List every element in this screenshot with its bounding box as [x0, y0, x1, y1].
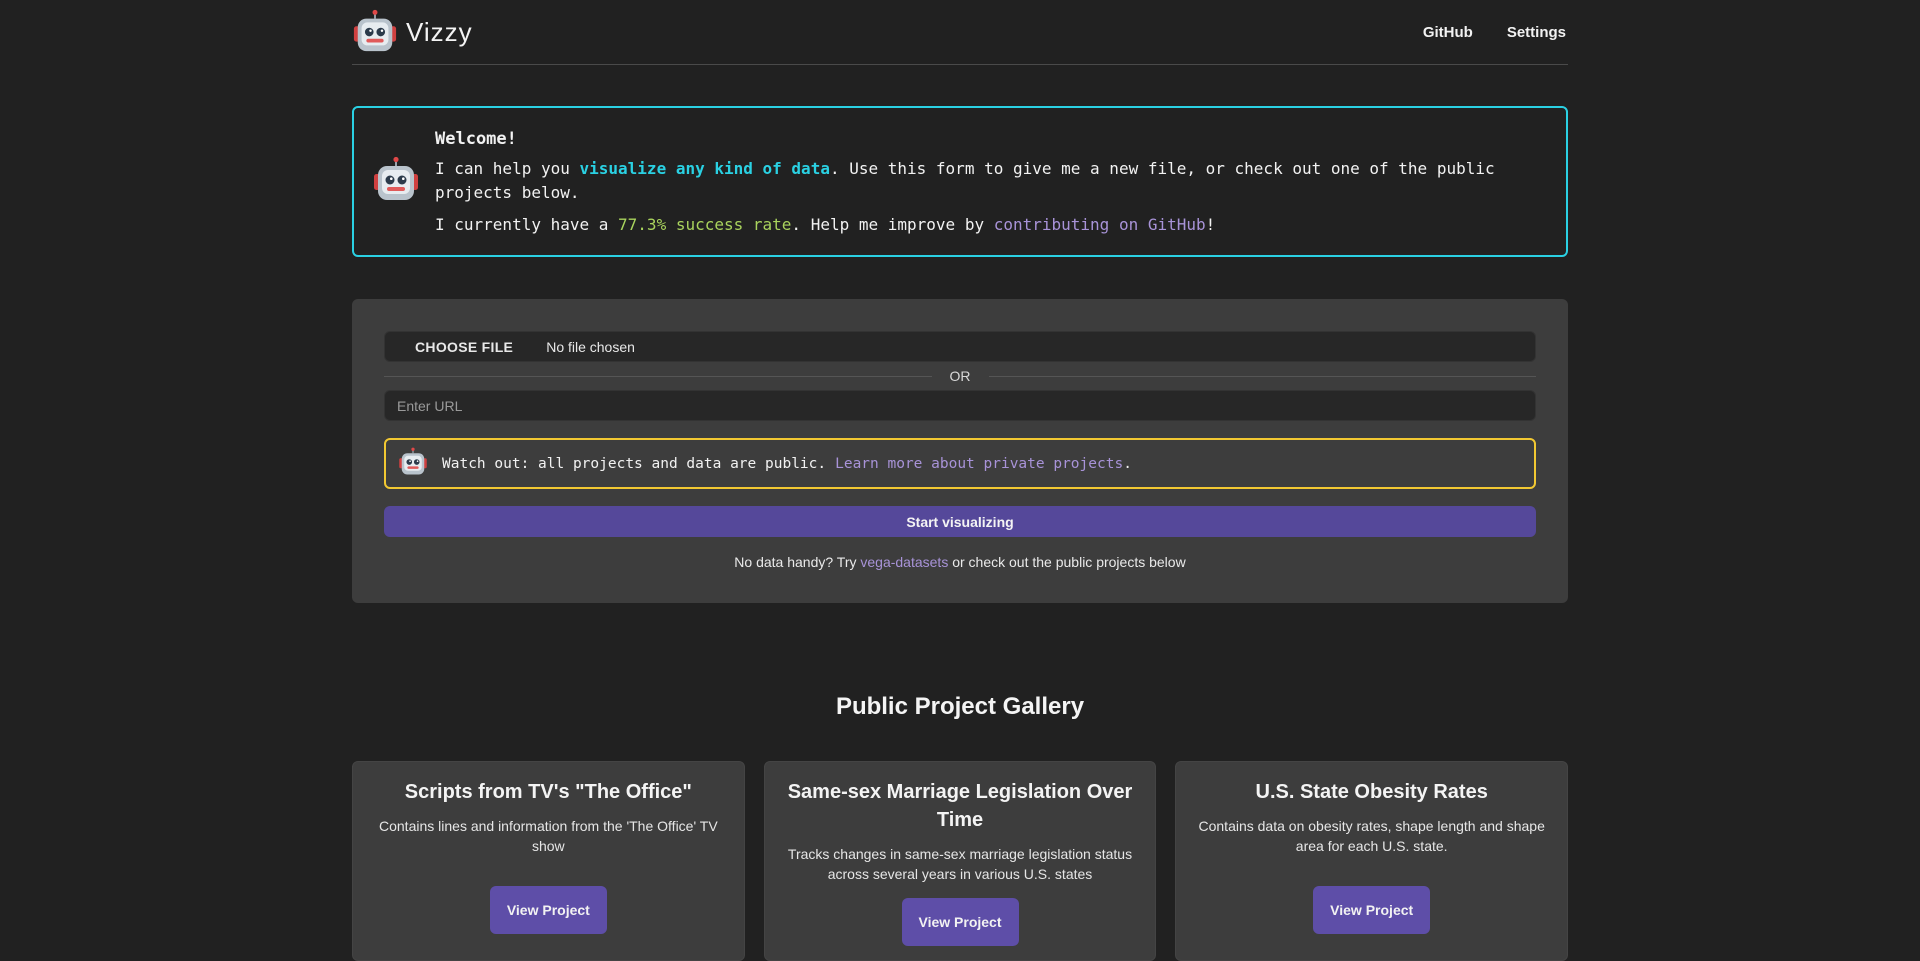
contribute-github-link[interactable]: contributing on GitHub — [994, 215, 1206, 234]
success-text-end: ! — [1205, 214, 1216, 234]
brand-name: Vizzy — [406, 16, 473, 47]
vega-datasets-link[interactable]: vega-datasets — [860, 554, 948, 570]
file-input[interactable]: CHOOSE FILE No file chosen — [384, 331, 1536, 362]
success-text: I currently have a — [435, 214, 619, 234]
private-projects-link[interactable]: Learn more about private projects — [835, 456, 1123, 472]
welcome-intro-text: I can help you — [435, 158, 580, 178]
project-description: Tracks changes in same-sex marriage legi… — [787, 846, 1133, 882]
robot-icon — [352, 9, 398, 55]
divider-line — [988, 375, 1536, 377]
robot-icon — [372, 156, 420, 204]
nav-github-link[interactable]: GitHub — [1423, 24, 1473, 41]
warning-text: Watch out: all projects and data are pub… — [442, 455, 827, 472]
datasets-hint: No data handy? Try vega-datasets or chec… — [384, 554, 1536, 570]
divider-line — [384, 375, 932, 377]
page-container: Vizzy GitHub Settings Welcome! I can hel… — [352, 0, 1569, 961]
gallery-title: Public Project Gallery — [835, 693, 1085, 720]
welcome-highlight: visualize any kind of data — [579, 158, 830, 178]
project-description: Contains data on obesity rates, shape le… — [1198, 818, 1545, 854]
project-title: Scripts from TV's "The Office" — [404, 781, 692, 803]
hint-text: No data handy? Try — [734, 554, 861, 570]
project-card: Same-sex Marriage Legislation Over Time … — [763, 761, 1157, 961]
upload-form: CHOOSE FILE No file chosen OR Watch out:… — [352, 299, 1568, 603]
view-project-button[interactable]: View Project — [489, 886, 607, 934]
hint-text-end: or check out the public projects below — [948, 554, 1186, 570]
welcome-intro: I can help you visualize any kind of dat… — [435, 157, 1550, 205]
file-status: No file chosen — [546, 338, 635, 355]
robot-icon — [398, 447, 428, 477]
project-gallery: Scripts from TV's "The Office" Contains … — [352, 761, 1569, 961]
warning-text-end: . — [1123, 455, 1132, 472]
view-project-button[interactable]: View Project — [901, 898, 1019, 946]
project-title: U.S. State Obesity Rates — [1255, 781, 1488, 803]
or-divider: OR — [384, 366, 1536, 386]
top-nav: GitHub Settings — [1423, 24, 1566, 41]
welcome-success-line: I currently have a 77.3% success rate. H… — [435, 213, 1550, 237]
warning-robot — [398, 447, 428, 481]
welcome-banner: Welcome! I can help you visualize any ki… — [352, 106, 1568, 257]
top-header: Vizzy GitHub Settings — [352, 0, 1568, 65]
url-input[interactable] — [384, 390, 1536, 421]
choose-file-button[interactable]: CHOOSE FILE — [385, 339, 546, 355]
success-rate: 77.3% success rate — [618, 214, 792, 234]
success-text-mid: . Help me improve by — [791, 214, 994, 234]
welcome-text: Welcome! I can help you visualize any ki… — [435, 127, 1550, 237]
project-card: U.S. State Obesity Rates Contains data o… — [1175, 761, 1569, 961]
view-project-button[interactable]: View Project — [1313, 886, 1431, 934]
project-card: Scripts from TV's "The Office" Contains … — [352, 761, 745, 961]
start-visualizing-button[interactable]: Start visualizing — [384, 506, 1536, 537]
or-label: OR — [949, 368, 971, 384]
project-title: Same-sex Marriage Legislation Over Time — [787, 781, 1133, 831]
brand-logo-link[interactable]: Vizzy — [352, 9, 473, 55]
public-warning: Watch out: all projects and data are pub… — [384, 438, 1536, 489]
welcome-title: Welcome! — [435, 128, 517, 149]
project-description: Contains lines and information from the … — [379, 818, 718, 854]
nav-settings-link[interactable]: Settings — [1507, 24, 1566, 41]
welcome-robot — [372, 156, 420, 208]
